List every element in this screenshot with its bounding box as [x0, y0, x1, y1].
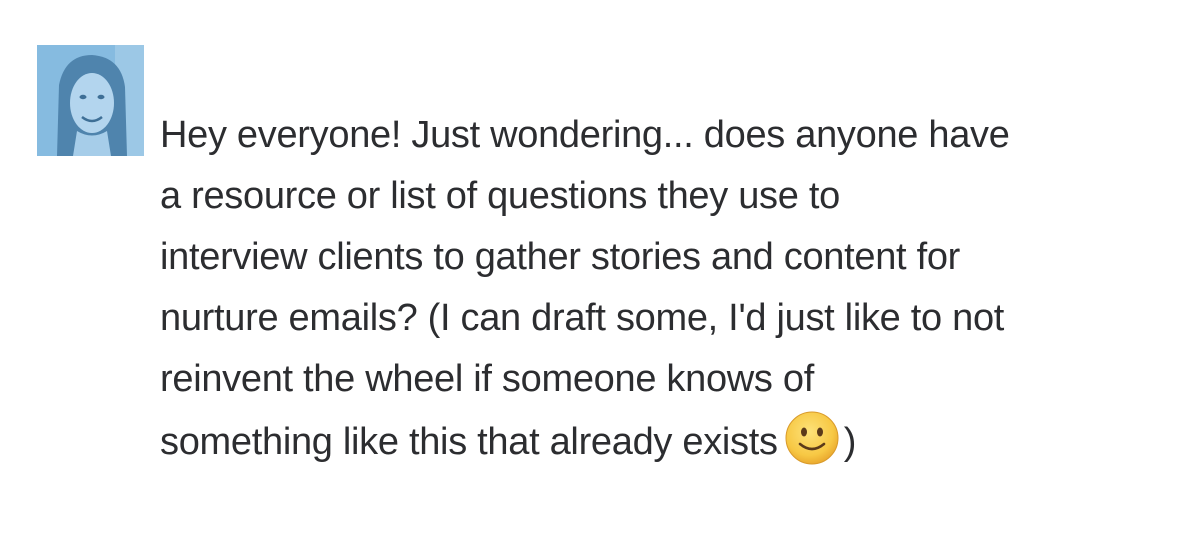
- message-line: interview clients to gather stories and …: [160, 236, 961, 278]
- message-text: Hey everyone! Just wondering... does any…: [160, 105, 1160, 473]
- message-line: something like this that already exists: [160, 421, 778, 463]
- slightly-smiling-face-icon: [784, 410, 840, 466]
- message-line: reinvent the wheel if someone knows of: [160, 358, 814, 400]
- chat-message: Hey everyone! Just wondering... does any…: [0, 0, 1202, 556]
- message-last-line: something like this that already exists …: [160, 410, 1160, 473]
- closing-parenthesis: ): [843, 421, 857, 463]
- message-line: nurture emails? (I can draft some, I'd j…: [160, 297, 1005, 339]
- message-line: Hey everyone! Just wondering... does any…: [160, 114, 1010, 156]
- avatar-portrait-icon: [37, 45, 144, 156]
- message-line: a resource or list of questions they use…: [160, 175, 840, 217]
- user-avatar[interactable]: [37, 45, 144, 156]
